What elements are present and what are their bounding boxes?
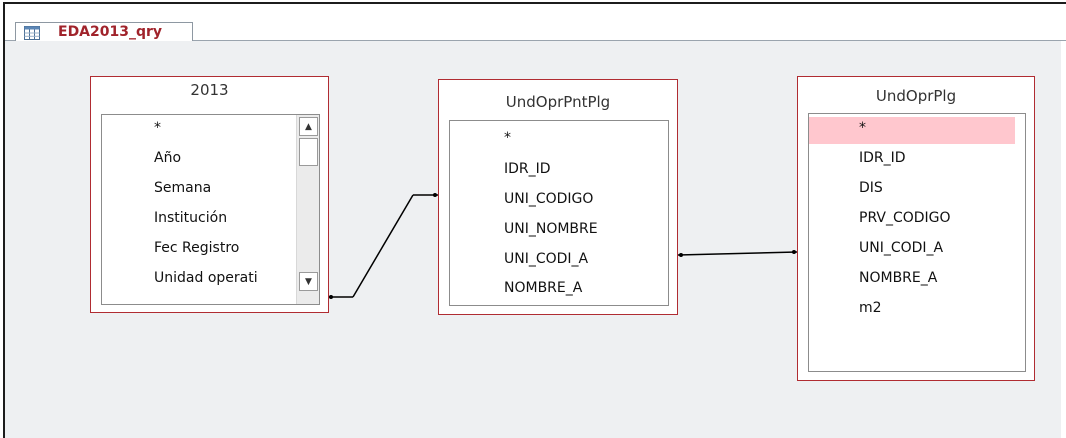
join-2013-undoprpntplg[interactable] <box>329 193 438 299</box>
tab-strip: EDA2013_qry <box>5 4 1066 43</box>
query-icon <box>24 26 40 40</box>
tab-eda2013-qry[interactable]: EDA2013_qry <box>15 22 193 43</box>
query-design-canvas[interactable]: 2013 * Año Semana Institución Fec Regist… <box>5 41 1061 438</box>
tab-label: EDA2013_qry <box>58 24 163 40</box>
join-undoprpntplg-undoprplg[interactable] <box>677 250 798 257</box>
join-lines <box>329 193 798 299</box>
